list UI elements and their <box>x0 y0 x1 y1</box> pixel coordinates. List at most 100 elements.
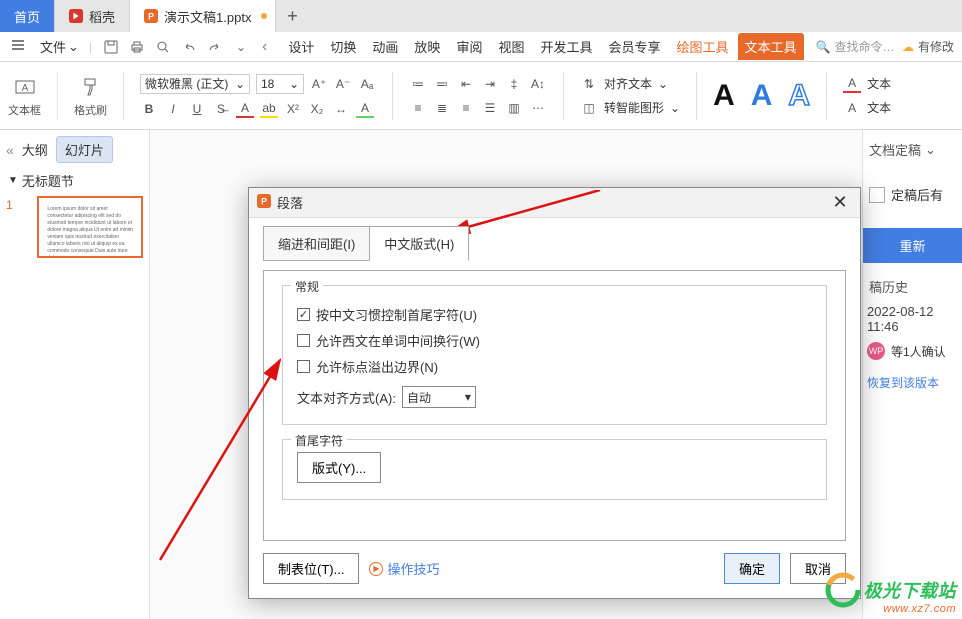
menu-design[interactable]: 设计 <box>281 33 321 60</box>
prev-section[interactable]: ‹ <box>262 38 267 56</box>
tab-document[interactable]: P 演示文稿1.pptx <box>130 0 276 32</box>
preview-icon[interactable] <box>154 38 172 56</box>
format-label: 格式刷 <box>74 102 107 118</box>
tab-indent-spacing[interactable]: 缩进和间距(I) <box>263 226 370 261</box>
save-icon[interactable] <box>102 38 120 56</box>
tab-daoke[interactable]: 稻壳 <box>55 0 130 32</box>
confirm-label: 等1人确认 <box>891 343 946 360</box>
label-western-wrap: 允许西文在单词中间换行(W) <box>316 331 480 350</box>
watermark-logo <box>824 571 862 609</box>
tabstop-button[interactable]: 制表位(T)... <box>263 553 359 584</box>
section-header[interactable]: ▼无标题节 <box>8 171 141 190</box>
textbox-icon[interactable]: A <box>12 74 38 100</box>
font-color-icon[interactable]: A <box>236 100 254 118</box>
style-a3[interactable]: A <box>788 79 810 113</box>
textfill-label[interactable]: 文本 <box>867 75 891 92</box>
change-case-icon[interactable]: Aₐ <box>358 75 376 93</box>
format-button[interactable]: 版式(Y)... <box>297 452 381 483</box>
indent-dec-icon[interactable]: ⇤ <box>457 75 475 93</box>
redo-button[interactable]: 重新 <box>863 228 962 263</box>
texteffect-icon[interactable]: A <box>356 100 374 118</box>
italic-icon[interactable]: I <box>164 100 182 118</box>
collapse-icon[interactable]: « <box>6 142 14 158</box>
slides-tab[interactable]: 幻灯片 <box>56 136 113 163</box>
textoutline-icon[interactable]: A <box>843 99 861 117</box>
more-icon[interactable]: ⋯ <box>529 99 547 117</box>
align-right-icon[interactable]: ≡ <box>457 99 475 117</box>
linespace-icon[interactable]: ‡ <box>505 75 523 93</box>
tab-add-button[interactable]: + <box>276 0 308 32</box>
slide-thumbnail[interactable]: Lorem ipsum dolor sit amet consectetur a… <box>37 196 143 258</box>
redo-icon[interactable] <box>206 38 224 56</box>
align-left-icon[interactable]: ≡ <box>409 99 427 117</box>
firstlast-legend: 首尾字符 <box>291 432 347 449</box>
indent-inc-icon[interactable]: ⇥ <box>481 75 499 93</box>
spacing-icon[interactable]: ↔ <box>332 100 350 118</box>
style-a2[interactable]: A <box>751 79 773 113</box>
ok-button[interactable]: 确定 <box>724 553 780 584</box>
menu-animation[interactable]: 动画 <box>365 33 405 60</box>
menu-slideshow[interactable]: 放映 <box>407 33 447 60</box>
close-icon[interactable]: ✕ <box>828 192 852 213</box>
command-search[interactable]: 🔍 查找命令… <box>816 38 895 55</box>
underline-icon[interactable]: U <box>188 100 206 118</box>
history-date: 2022-08-12 11:46 <box>867 304 958 334</box>
search-icon: 🔍 <box>816 40 831 54</box>
outline-tab[interactable]: 大纲 <box>22 140 48 159</box>
menu-review[interactable]: 审阅 <box>449 33 489 60</box>
menu-member[interactable]: 会员专享 <box>601 33 667 60</box>
decrease-font-icon[interactable]: A⁻ <box>334 75 352 93</box>
tips-link[interactable]: ▶操作技巧 <box>369 559 439 578</box>
numbering-icon[interactable]: ≕ <box>433 75 451 93</box>
restore-link[interactable]: 恢复到该版本 <box>867 374 958 391</box>
svg-text:P: P <box>148 12 154 22</box>
bullets-icon[interactable]: ≔ <box>409 75 427 93</box>
textfill-icon[interactable]: A <box>843 75 861 93</box>
menu-transition[interactable]: 切换 <box>323 33 363 60</box>
strike-icon[interactable]: S̶ <box>212 100 230 118</box>
font-size-select[interactable]: 18⌄ <box>256 74 304 94</box>
undo-icon[interactable] <box>180 38 198 56</box>
highlight-icon[interactable]: ab <box>260 100 278 118</box>
textoutline-label[interactable]: 文本 <box>867 99 891 116</box>
paragraph-dialog: P 段落 ✕ 缩进和间距(I) 中文版式(H) 常规 按中文习惯控制首尾字符(U… <box>248 187 861 599</box>
avatar: WP <box>867 342 885 360</box>
text-align-select[interactable]: 自动▾ <box>402 386 476 408</box>
tab-home[interactable]: 首页 <box>0 0 55 32</box>
style-a1[interactable]: A <box>713 79 735 113</box>
super-icon[interactable]: X² <box>284 100 302 118</box>
hamburger-icon[interactable] <box>6 35 30 58</box>
textdir-icon[interactable]: A↕ <box>529 75 547 93</box>
increase-font-icon[interactable]: A⁺ <box>310 75 328 93</box>
checkbox-punct-overflow[interactable] <box>297 360 310 373</box>
right-panel-head[interactable]: 文档定稿⌄ <box>867 134 958 165</box>
tab-chinese-layout[interactable]: 中文版式(H) <box>369 226 469 261</box>
justify-icon[interactable]: ☰ <box>481 99 499 117</box>
cloud-icon[interactable]: ☁ <box>902 40 914 54</box>
columns-icon[interactable]: ▥ <box>505 99 523 117</box>
font-family-select[interactable]: 微软雅黑 (正文)⌄ <box>140 74 250 94</box>
dropdown-icon[interactable]: ⌄ <box>232 38 250 56</box>
format-painter-icon[interactable] <box>78 74 104 100</box>
print-icon[interactable] <box>128 38 146 56</box>
svg-text:P: P <box>261 197 267 207</box>
bold-icon[interactable]: B <box>140 100 158 118</box>
align-text-label[interactable]: 对齐文本 <box>604 75 652 92</box>
menu-drawtools[interactable]: 绘图工具 <box>670 33 736 60</box>
file-menu[interactable]: 文件⌄ <box>34 37 85 56</box>
svg-text:A: A <box>21 83 28 94</box>
align-center-icon[interactable]: ≣ <box>433 99 451 117</box>
menu-view[interactable]: 视图 <box>491 33 531 60</box>
dialog-icon: P <box>257 194 271 211</box>
checkbox-cn-firstlast[interactable] <box>297 308 310 321</box>
sub-icon[interactable]: X₂ <box>308 100 326 118</box>
menu-texttools[interactable]: 文本工具 <box>738 33 804 60</box>
history-label: 稿历史 <box>869 277 956 296</box>
finalize-checkbox[interactable] <box>869 187 885 203</box>
smart-icon[interactable]: ◫ <box>580 99 598 117</box>
dialog-title: 段落 <box>277 193 303 212</box>
menu-dev[interactable]: 开发工具 <box>533 33 599 60</box>
checkbox-western-wrap[interactable] <box>297 334 310 347</box>
smart-label[interactable]: 转智能图形 <box>604 99 664 116</box>
align-text-icon[interactable]: ⇅ <box>580 75 598 93</box>
